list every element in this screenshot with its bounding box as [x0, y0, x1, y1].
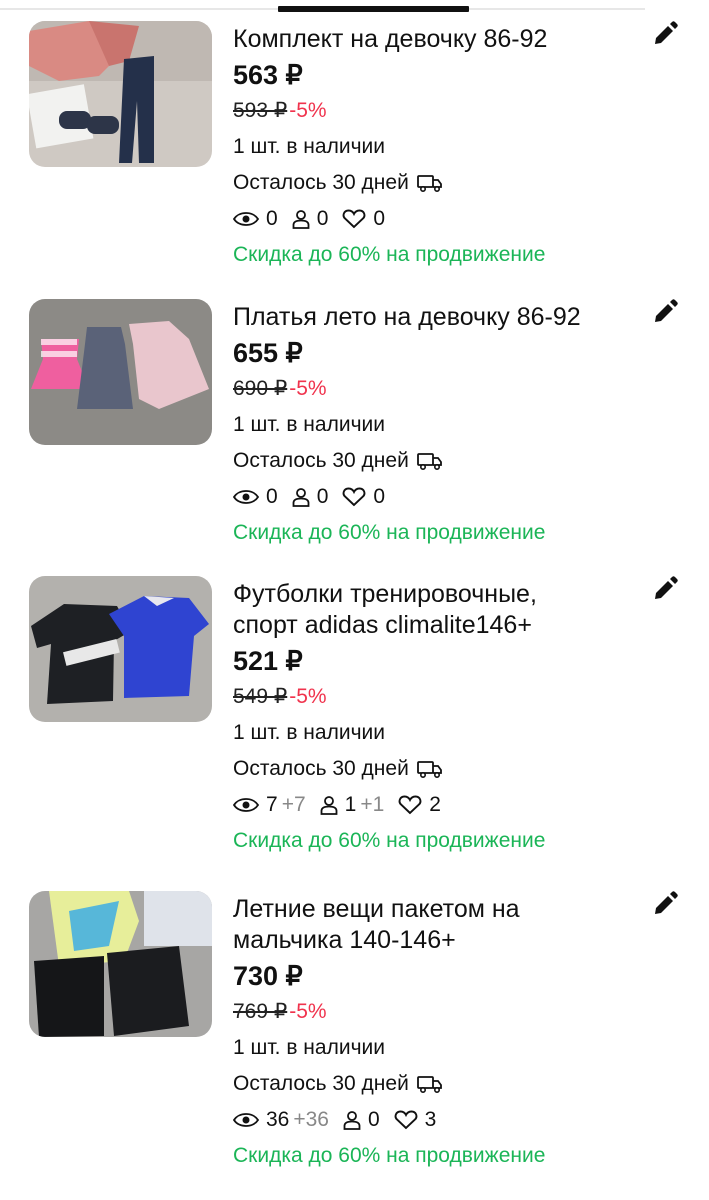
- days-left: Осталось 30 дней: [233, 1072, 409, 1095]
- views-count: 36: [266, 1108, 290, 1131]
- listing-title[interactable]: Комплект на девочку 86-92: [233, 24, 643, 55]
- old-price-row: 769 ₽-5%: [233, 999, 643, 1025]
- old-price-row: 593 ₽-5%: [233, 98, 643, 124]
- contacts-count: 1: [344, 793, 357, 816]
- edit-pencil-icon[interactable]: [652, 299, 678, 325]
- old-price-row: 690 ₽-5%: [233, 376, 643, 402]
- discount-badge: -5%: [289, 1000, 327, 1023]
- likes-count: 3: [424, 1108, 437, 1131]
- days-left: Осталось 30 дней: [233, 449, 409, 472]
- eye-icon: [233, 488, 259, 506]
- person-icon: [343, 1110, 361, 1130]
- eye-icon: [233, 796, 259, 814]
- title-line: Летние вещи пакетом на: [233, 895, 520, 923]
- days-left: Осталось 30 дней: [233, 171, 409, 194]
- title-line: Комплект на девочку 86-92: [233, 25, 548, 53]
- listing-photo[interactable]: [29, 576, 212, 722]
- listing-title[interactable]: Летние вещи пакетом на мальчика 140-146+: [233, 894, 643, 956]
- photo-outfit-set: [29, 21, 212, 167]
- old-price: 593 ₽: [233, 99, 288, 122]
- views-count: 0: [266, 207, 278, 230]
- title-line: Футболки тренировочные,: [233, 580, 537, 608]
- photo-summer-dresses: [29, 299, 212, 445]
- likes-count: 0: [373, 207, 386, 230]
- days-left-row: Осталось 30 дней: [233, 448, 643, 474]
- delivery-truck-icon: [416, 453, 442, 470]
- old-price: 769 ₽: [233, 1000, 288, 1023]
- old-price: 549 ₽: [233, 685, 288, 708]
- scroll-indicator: [278, 6, 469, 12]
- listing-price: 521 ₽: [233, 646, 303, 676]
- contacts-count: 0: [316, 485, 329, 508]
- edit-pencil-icon[interactable]: [652, 576, 678, 602]
- contacts-count: 0: [367, 1108, 380, 1131]
- heart-icon: [398, 795, 422, 815]
- listing-photo[interactable]: [29, 891, 212, 1037]
- discount-badge: -5%: [289, 99, 327, 122]
- discount-badge: -5%: [289, 685, 327, 708]
- old-price-row: 549 ₽-5%: [233, 684, 643, 710]
- views-count: 0: [266, 485, 278, 508]
- heart-icon: [342, 487, 366, 507]
- stats-row: 36 +36 0 3: [233, 1107, 643, 1133]
- heart-icon: [394, 1110, 418, 1130]
- listing-title[interactable]: Платья лето на девочку 86-92: [233, 302, 643, 333]
- old-price: 690 ₽: [233, 377, 288, 400]
- discount-badge: -5%: [289, 377, 327, 400]
- delivery-truck-icon: [416, 1076, 442, 1093]
- views-count: 7: [266, 793, 278, 816]
- promo-link[interactable]: Скидка до 60% на продвижение: [233, 1143, 643, 1169]
- stock-status: 1 шт. в наличии: [233, 721, 385, 744]
- contacts-delta: +1: [360, 793, 385, 816]
- listing-price: 730 ₽: [233, 961, 303, 991]
- days-left-row: Осталось 30 дней: [233, 170, 643, 196]
- person-icon: [292, 487, 310, 507]
- promo-link[interactable]: Скидка до 60% на продвижение: [233, 520, 643, 546]
- eye-icon: [233, 1111, 259, 1129]
- days-left-row: Осталось 30 дней: [233, 756, 643, 782]
- listing-price: 563 ₽: [233, 60, 303, 90]
- person-icon: [320, 795, 338, 815]
- contacts-count: 0: [316, 207, 329, 230]
- delivery-truck-icon: [416, 175, 442, 192]
- stats-row: 7 +7 1 +1 2: [233, 792, 643, 818]
- title-line: Платья лето на девочку 86-92: [233, 303, 581, 331]
- photo-sport-tshirts: [29, 576, 212, 722]
- promo-link[interactable]: Скидка до 60% на продвижение: [233, 828, 643, 854]
- days-left: Осталось 30 дней: [233, 757, 409, 780]
- likes-count: 2: [429, 793, 441, 816]
- listing-title[interactable]: Футболки тренировочные, спорт adidas cli…: [233, 579, 643, 641]
- stats-row: 0 0 0: [233, 484, 643, 510]
- delivery-truck-icon: [416, 761, 442, 778]
- edit-pencil-icon[interactable]: [652, 891, 678, 917]
- person-icon: [292, 209, 310, 229]
- listing-photo[interactable]: [29, 21, 212, 167]
- days-left-row: Осталось 30 дней: [233, 1071, 643, 1097]
- views-delta: +36: [293, 1108, 329, 1131]
- stock-status: 1 шт. в наличии: [233, 1036, 385, 1059]
- listing-price: 655 ₽: [233, 338, 303, 368]
- stock-status: 1 шт. в наличии: [233, 135, 385, 158]
- stats-row: 0 0 0: [233, 206, 643, 232]
- listing-photo[interactable]: [29, 299, 212, 445]
- title-line: мальчика 140-146+: [233, 926, 456, 954]
- promo-link[interactable]: Скидка до 60% на продвижение: [233, 242, 643, 268]
- edit-pencil-icon[interactable]: [652, 21, 678, 47]
- photo-summer-bundle: [29, 891, 212, 1037]
- stock-status: 1 шт. в наличии: [233, 413, 385, 436]
- heart-icon: [342, 209, 366, 229]
- eye-icon: [233, 210, 259, 228]
- views-delta: +7: [281, 793, 306, 816]
- likes-count: 0: [373, 485, 386, 508]
- title-line: спорт adidas climalite146+: [233, 611, 532, 639]
